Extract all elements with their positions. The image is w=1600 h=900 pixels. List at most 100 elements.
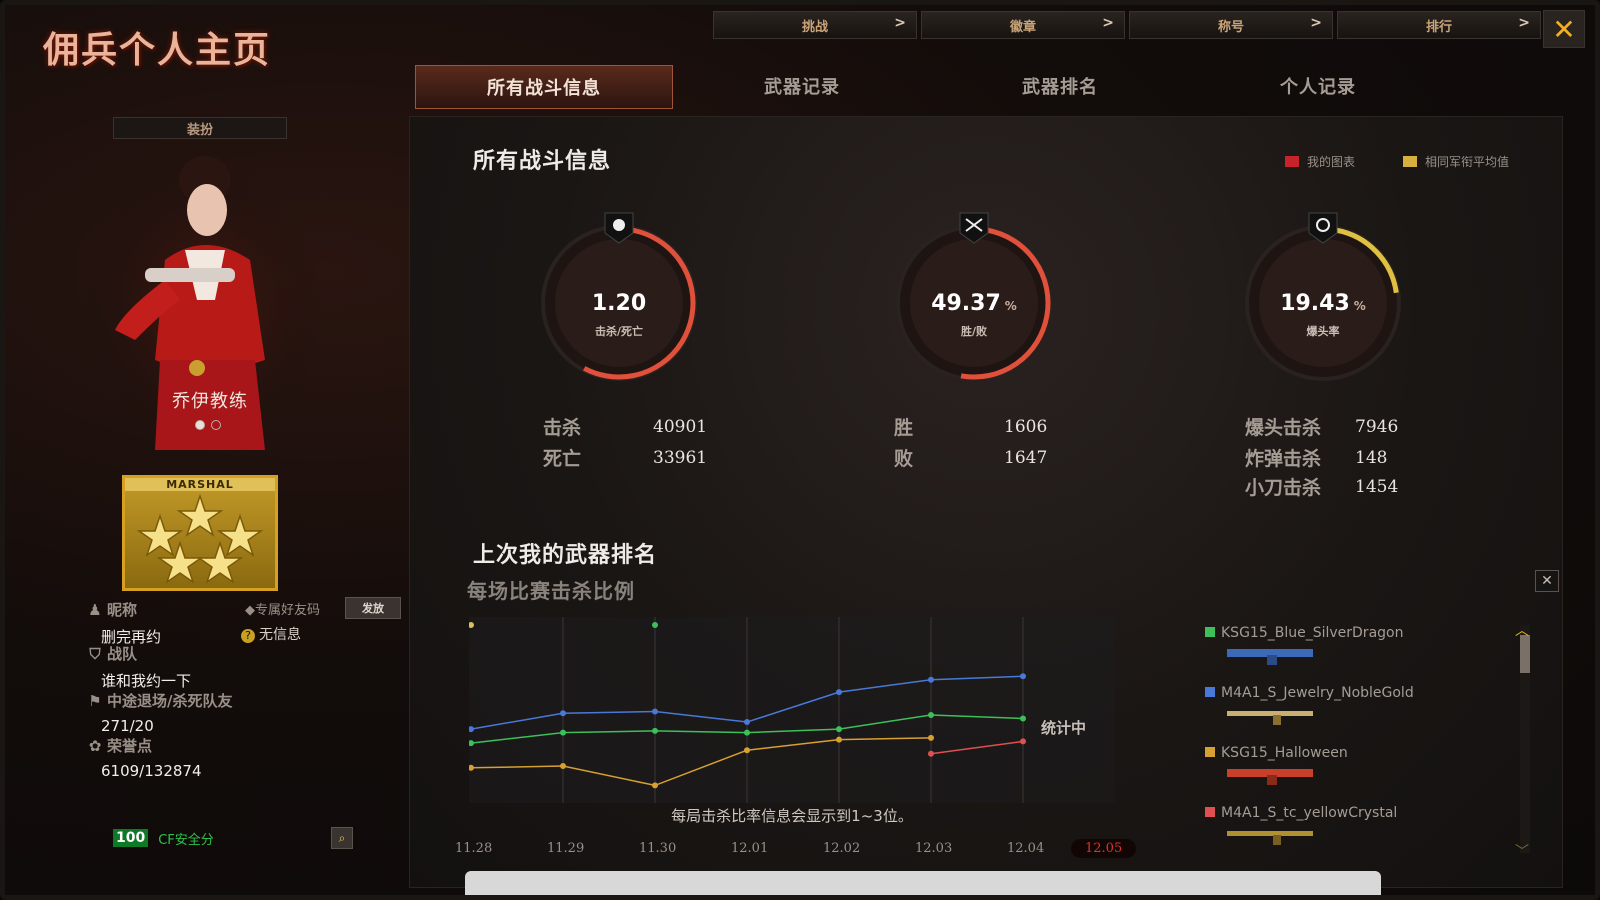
weapon-name: M4A1_S_Jewelry_NobleGold [1221,685,1414,701]
headshot-kill-row: 爆头击杀 7946 [1245,413,1398,440]
data-point[interactable] [836,726,842,733]
weapon-item[interactable]: M4A1_S_Jewelry_NobleGold [1205,685,1414,729]
legend-avg-label: 相同军衔平均值 [1425,155,1510,169]
data-point[interactable] [652,708,658,715]
winrate-value: 49.37% [894,291,1054,316]
tab-weapon-ranking[interactable]: 武器排名 [931,65,1189,107]
counting-label: 统计中 [1041,719,1087,737]
team-value: 谁和我约一下 [101,672,192,690]
scrollbar-thumb[interactable] [1520,635,1530,673]
kd-number: 1.20 [591,291,647,316]
kd-label: 击杀/死亡 [594,325,644,338]
data-point[interactable] [928,712,934,718]
weapon-name-row: KSG15_Blue_SilverDragon [1205,625,1403,641]
death-value: 33961 [653,447,708,468]
x-axis-tick[interactable]: 11.29 [547,841,584,856]
x-axis-tick[interactable]: 12.01 [731,841,768,856]
win-label: 胜 [894,417,914,439]
question-icon[interactable]: ? [241,629,255,643]
x-axis-tick[interactable]: 11.28 [455,841,492,856]
honor-label-row: ✿ 荣誉点 [87,735,202,756]
character-name: 乔伊教练 [172,391,248,412]
close-icon[interactable]: ✕ [1535,570,1559,592]
data-point[interactable] [652,782,658,789]
top-nav-challenge[interactable]: 挑战 > [713,11,917,39]
x-axis-tick[interactable]: 12.04 [1007,841,1044,856]
data-point[interactable] [560,729,566,736]
weapon-item[interactable]: KSG15_Blue_SilverDragon [1205,625,1403,669]
top-nav-label: 称号 [1217,19,1244,35]
rank-badge: MARSHAL [122,475,278,591]
security-label: CF安全分 [158,832,214,848]
weapon-item[interactable]: KSG15_Halloween [1205,745,1348,789]
data-point[interactable] [652,727,658,734]
weapon-name: M4A1_S_tc_yellowCrystal [1221,805,1398,821]
chevron-right-icon: > [894,15,906,31]
data-point[interactable] [836,689,842,696]
shotgun-icon [1227,769,1313,785]
top-nav-ranking[interactable]: 排行 > [1337,11,1541,39]
shotgun-icon [1227,649,1313,665]
weapon-name-row: KSG15_Halloween [1205,745,1348,761]
top-nav-label: 挑战 [801,19,828,35]
data-point[interactable] [1020,738,1026,745]
person-icon: ♟ [88,601,102,619]
shield-icon: ⛉ [89,645,101,663]
lose-row: 败 1647 [894,444,1047,471]
running-person-icon: ⚑ [88,692,102,710]
legend-swatch-mine [1285,156,1299,167]
lose-value: 1647 [1004,447,1048,468]
send-code-button[interactable]: 发放 [345,597,401,619]
top-nav: 挑战 > 徽章 > 称号 > 排行 > [713,11,1541,39]
quit-value: 271/20 [101,717,154,735]
x-axis-tick[interactable]: 12.03 [915,841,952,856]
tab-weapon-records[interactable]: 武器记录 [673,65,931,107]
data-point[interactable] [1020,715,1026,722]
win-row: 胜 1606 [894,413,1047,440]
weapon-color-swatch [1205,807,1215,817]
weapon-list-scrollbar[interactable] [1520,625,1530,853]
headshot-unit: % [1353,299,1366,313]
x-axis-tick[interactable]: 12.05 [1071,839,1137,858]
tab-personal-records[interactable]: 个人记录 [1189,65,1447,107]
data-point[interactable] [928,750,934,757]
laurel-icon: ✿ [88,737,102,755]
data-point[interactable] [560,710,566,717]
scroll-down-icon[interactable]: ﹀ [1515,841,1529,861]
outfit-button[interactable]: 装扮 [113,117,287,139]
data-point[interactable] [928,734,934,741]
top-nav-badge[interactable]: 徽章 > [921,11,1125,39]
x-axis-tick[interactable]: 11.30 [639,841,676,856]
weapon-color-swatch [1205,627,1215,637]
rifle-icon [1227,831,1313,845]
top-nav-label: 徽章 [1009,19,1036,35]
carousel-dot-active[interactable] [195,420,205,430]
bomb-kill-value: 148 [1355,447,1388,468]
carousel-dot[interactable] [211,420,221,430]
tab-all-battle-info[interactable]: 所有战斗信息 [415,65,673,109]
knife-kill-value: 1454 [1355,476,1399,497]
data-point[interactable] [744,719,750,726]
data-point[interactable] [1020,673,1026,680]
winrate-unit: % [1004,299,1017,313]
data-point[interactable] [744,747,750,754]
honor-label: 荣誉点 [107,737,153,755]
search-icon[interactable]: ⌕ [331,827,353,849]
friend-code-label: 专属好友码 [255,603,321,618]
scroll-up-icon[interactable]: ︿ [1515,620,1529,640]
close-button[interactable]: ✕ [1543,10,1585,48]
team-label-row: ⛉ 战队 [87,643,191,664]
data-point[interactable] [836,736,842,743]
top-nav-title[interactable]: 称号 > [1129,11,1333,39]
kill-label: 击杀 [543,417,582,439]
weapon-item[interactable]: M4A1_S_tc_yellowCrystal [1205,805,1397,849]
x-axis-tick[interactable]: 12.02 [823,841,860,856]
lose-label: 败 [894,448,914,470]
top-marker[interactable] [652,622,658,628]
data-point[interactable] [928,676,934,683]
kd-value: 1.20 [539,291,699,316]
data-point[interactable] [744,729,750,736]
rifle-icon [1227,711,1313,725]
headshot-number: 19.43 [1280,291,1350,316]
data-point[interactable] [560,763,566,770]
